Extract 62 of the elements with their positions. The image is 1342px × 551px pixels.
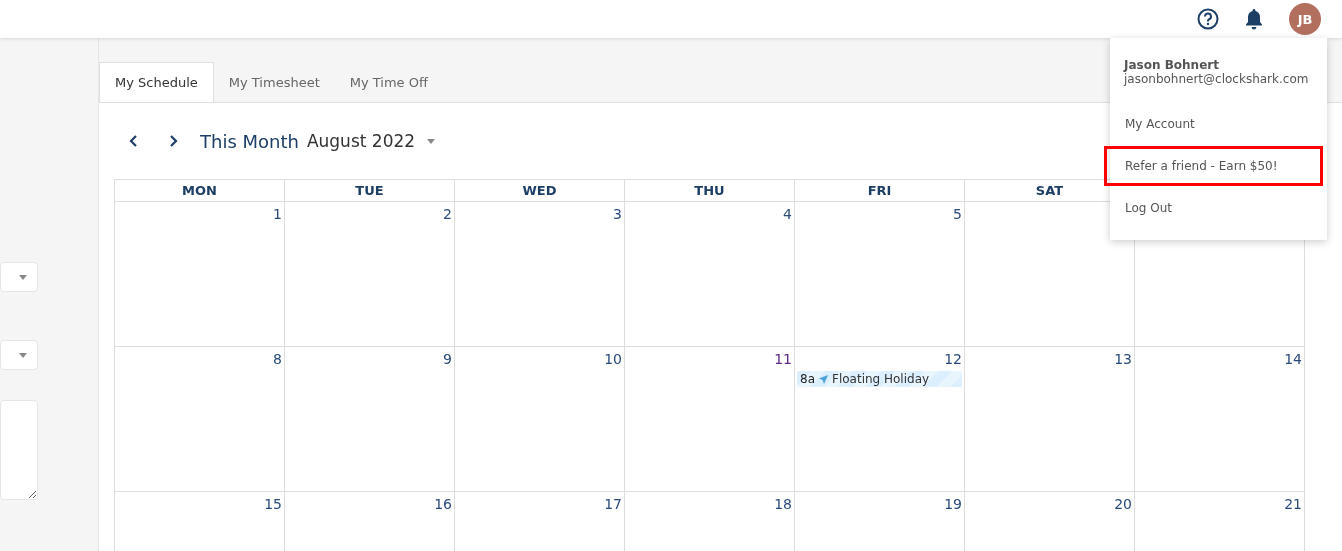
day-cell[interactable]: 19 [795, 492, 965, 551]
day-number: 16 [434, 496, 452, 512]
day-cell[interactable]: 18 [625, 492, 795, 551]
day-cell[interactable]: 8 [115, 347, 285, 492]
airplane-icon [818, 373, 829, 385]
tab[interactable]: My Schedule [99, 62, 214, 102]
tab[interactable]: My Timesheet [213, 62, 335, 102]
day-cell[interactable]: 20 [965, 492, 1135, 551]
day-number: 19 [944, 496, 962, 512]
weekday-header: THU [625, 180, 795, 202]
user-email: jasonbohnert@clockshark.com [1124, 72, 1310, 86]
day-number: 21 [1284, 496, 1302, 512]
bell-icon[interactable] [1245, 8, 1263, 30]
weekday-header: WED [455, 180, 625, 202]
calendar-title: This Month [200, 130, 299, 152]
day-cell[interactable]: 1 [115, 202, 285, 347]
day-cell[interactable]: 3 [455, 202, 625, 347]
day-number: 4 [783, 206, 792, 222]
day-cell[interactable]: 17 [455, 492, 625, 551]
help-icon[interactable] [1197, 8, 1219, 30]
menu-item[interactable]: My Account [1110, 104, 1327, 144]
caret-icon [19, 352, 27, 358]
day-number: 8 [273, 351, 282, 367]
tab[interactable]: My Time Off [334, 62, 443, 102]
day-number: 5 [953, 206, 962, 222]
caret-icon [19, 274, 27, 280]
user-avatar[interactable]: JB [1289, 3, 1321, 35]
calendar-event[interactable]: 8a Floating Holiday [797, 371, 962, 387]
select-field[interactable] [0, 262, 38, 292]
day-number: 15 [264, 496, 282, 512]
day-number: 2 [443, 206, 452, 222]
day-number: 1 [273, 206, 282, 222]
day-number: 11 [774, 351, 792, 367]
day-cell[interactable]: 15 [115, 492, 285, 551]
day-cell[interactable]: 21 [1135, 492, 1305, 551]
day-number: 9 [443, 351, 452, 367]
user-name: Jason Bohnert [1124, 58, 1220, 72]
day-cell[interactable]: 10 [455, 347, 625, 492]
weekday-header: TUE [285, 180, 455, 202]
day-cell[interactable]: 4 [625, 202, 795, 347]
day-cell[interactable]: 12 8a Floating Holiday [795, 347, 965, 492]
day-cell[interactable]: 9 [285, 347, 455, 492]
month-selector[interactable]: August 2022 [300, 130, 442, 152]
day-number: 20 [1114, 496, 1132, 512]
day-cell[interactable]: 16 [285, 492, 455, 551]
day-number: 3 [613, 206, 622, 222]
weekday-header: MON [115, 180, 285, 202]
weekday-header: FRI [795, 180, 965, 202]
day-number: 14 [1284, 351, 1302, 367]
day-number: 12 [944, 351, 962, 367]
day-cell[interactable]: 5 [795, 202, 965, 347]
day-number: 18 [774, 496, 792, 512]
day-cell[interactable]: 13 [965, 347, 1135, 492]
menu-item[interactable]: Refer a friend - Earn $50! [1104, 146, 1323, 186]
day-cell[interactable]: 11 [625, 347, 795, 492]
day-number: 13 [1114, 351, 1132, 367]
day-cell[interactable]: 14 [1135, 347, 1305, 492]
caret-icon [427, 138, 436, 144]
day-number: 17 [604, 496, 622, 512]
day-cell[interactable]: 2 [285, 202, 455, 347]
day-number: 10 [604, 351, 622, 367]
select-field[interactable] [0, 340, 38, 370]
